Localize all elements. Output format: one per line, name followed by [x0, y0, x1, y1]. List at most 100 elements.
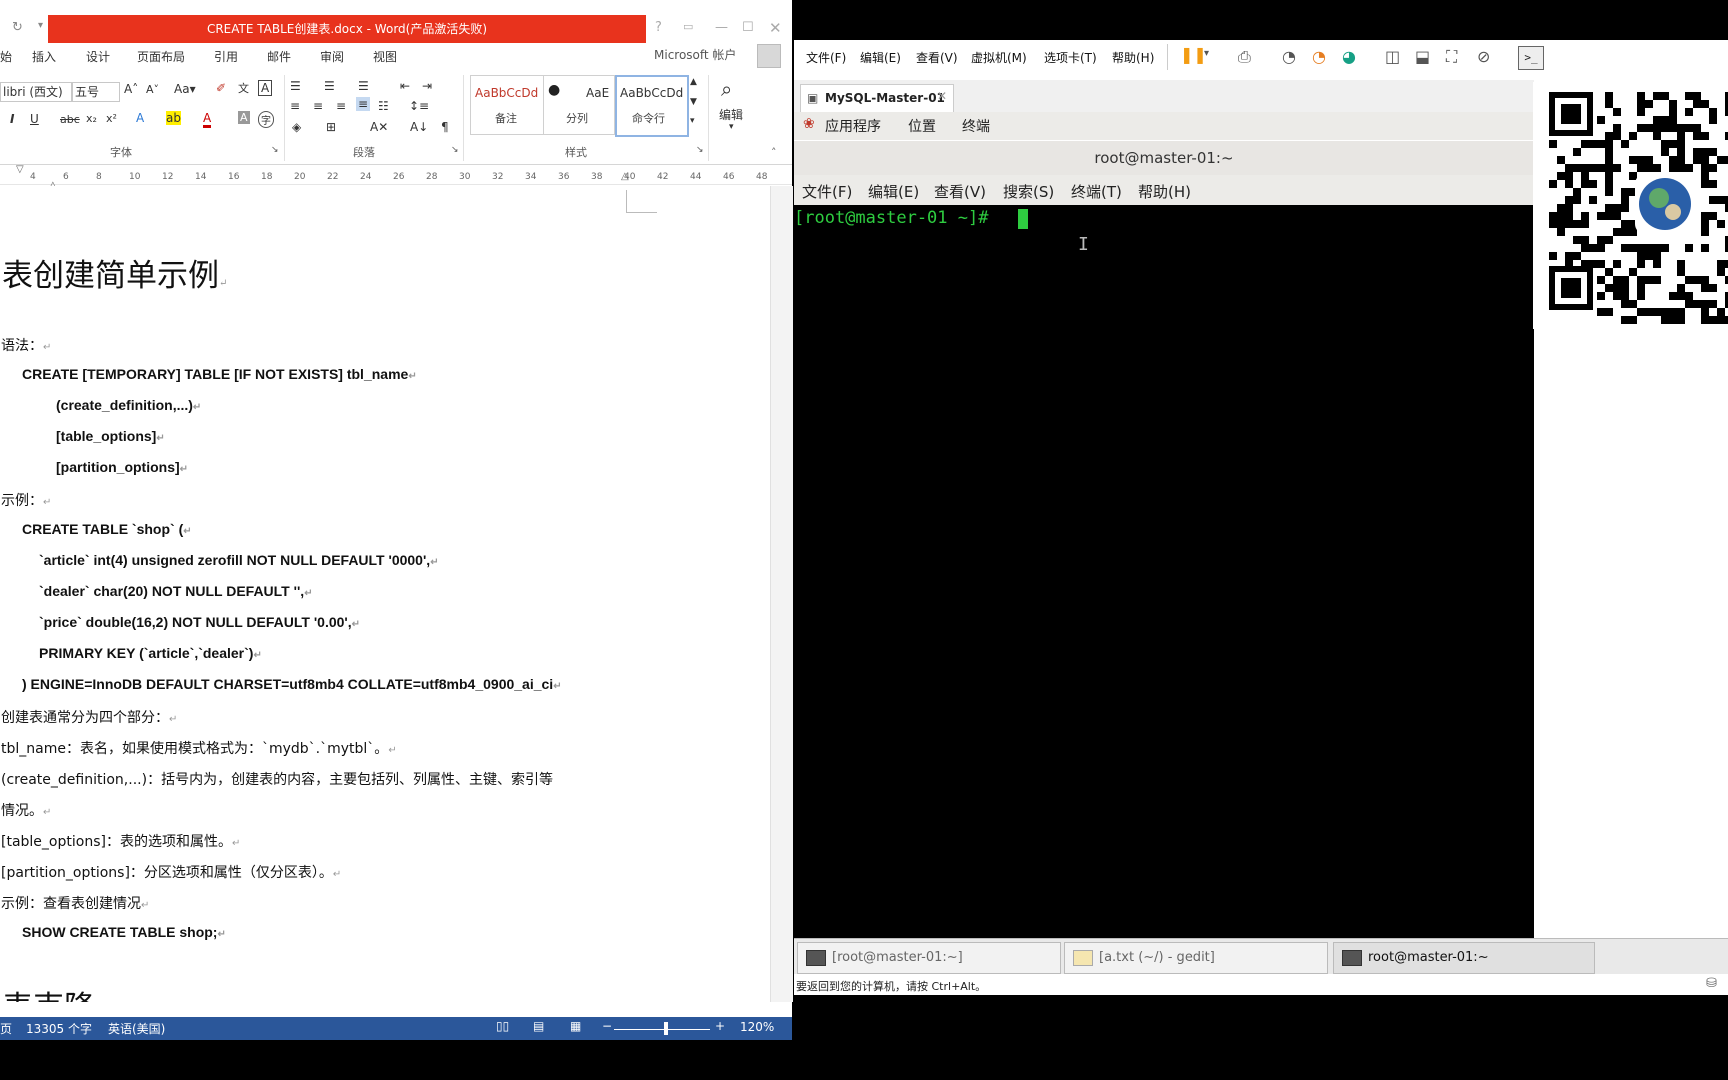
phonetic-icon[interactable]: 文	[238, 80, 249, 96]
send-keys-icon[interactable]: ⎙	[1238, 47, 1251, 67]
close-tab-icon[interactable]: ✕	[937, 89, 947, 103]
styles-more-icon[interactable]: ▾	[690, 116, 695, 126]
vm-menu-help[interactable]: 帮助(H)	[1112, 49, 1154, 66]
vm-menu-vm[interactable]: 虚拟机(M)	[971, 49, 1027, 66]
chinese-layout-icon[interactable]: A✕	[370, 120, 388, 134]
tab-mailings[interactable]: 邮件	[267, 48, 291, 65]
distributed-icon[interactable]: ☷	[378, 99, 389, 113]
style-note[interactable]: AaBbCcDd 备注	[470, 75, 544, 135]
align-center-icon[interactable]: ≡	[313, 99, 323, 113]
text-effects-icon[interactable]: A	[136, 111, 144, 125]
tab-review[interactable]: 审阅	[320, 48, 344, 65]
ribbon-display-icon[interactable]: ▭	[683, 20, 693, 33]
font-size-select[interactable]: 五号	[72, 82, 120, 102]
first-indent-marker-icon[interactable]: ▽	[16, 164, 24, 175]
zoom-slider[interactable]	[614, 1029, 710, 1030]
minimize-icon[interactable]: —	[715, 20, 728, 35]
decrease-indent-icon[interactable]: ⇤	[400, 79, 410, 93]
qat-dropdown-icon[interactable]: ▾	[38, 20, 43, 31]
font-name-select[interactable]: libri (西文)	[0, 82, 72, 102]
library-view-icon[interactable]: ◫	[1385, 47, 1400, 66]
term-menu-help[interactable]: 帮助(H)	[1138, 181, 1191, 202]
underline-button[interactable]: U	[30, 112, 39, 126]
gnome-menu-places[interactable]: 位置	[908, 116, 936, 136]
justify-icon[interactable]: ≡	[356, 97, 371, 111]
zoom-level[interactable]: 120%	[740, 1020, 774, 1034]
term-menu-edit[interactable]: 编辑(E)	[868, 181, 919, 202]
grow-font-icon[interactable]: A˄	[124, 82, 138, 96]
tab-layout[interactable]: 页面布局	[137, 48, 185, 65]
revert-snapshot-icon[interactable]: ◔	[1312, 47, 1326, 66]
sort-icon[interactable]: A↓	[410, 120, 428, 134]
style-command-line[interactable]: AaBbCcDd 命令行	[615, 75, 689, 137]
term-menu-terminal[interactable]: 终端(T)	[1071, 181, 1122, 202]
tab-references[interactable]: 引用	[214, 48, 238, 65]
pause-dropdown-icon[interactable]: ▾	[1204, 48, 1209, 59]
font-color-icon[interactable]: A	[203, 111, 212, 128]
pause-icon[interactable]: ❚❚	[1180, 45, 1207, 64]
status-language[interactable]: 英语(美国)	[108, 1020, 165, 1037]
char-shading-icon[interactable]: A	[238, 111, 250, 124]
increase-indent-icon[interactable]: ⇥	[422, 79, 432, 93]
snapshot-icon[interactable]: ◔	[1282, 47, 1296, 66]
tab-view[interactable]: 视图	[373, 48, 397, 65]
read-mode-icon[interactable]: ▯▯	[496, 1019, 509, 1033]
right-indent-marker-icon[interactable]: △	[621, 171, 629, 182]
term-menu-view[interactable]: 查看(V)	[934, 181, 986, 202]
bullets-icon[interactable]: ☰	[290, 79, 301, 93]
subscript-button[interactable]: x₂	[86, 112, 97, 125]
vertical-scrollbar[interactable]	[770, 186, 793, 1002]
task-gedit[interactable]: [a.txt (~/) - gedit]	[1064, 942, 1328, 974]
char-border-icon[interactable]: A	[258, 80, 273, 96]
align-left-icon[interactable]: ≡	[290, 99, 300, 113]
status-page[interactable]: 页	[0, 1020, 12, 1037]
font-dialog-launcher-icon[interactable]: ↘	[271, 145, 279, 155]
shrink-font-icon[interactable]: A˅	[146, 83, 159, 96]
snapshot-manager-icon[interactable]: ◕	[1342, 47, 1356, 66]
vm-menu-file[interactable]: 文件(F)	[806, 49, 846, 66]
zoom-in-icon[interactable]: +	[715, 1019, 725, 1033]
align-right-icon[interactable]: ≡	[336, 99, 346, 113]
collapse-ribbon-icon[interactable]: ˄	[771, 146, 777, 159]
show-marks-icon[interactable]: ¶	[441, 120, 449, 134]
tab-partial[interactable]: 始	[0, 48, 12, 65]
vm-menu-view[interactable]: 查看(V)	[916, 49, 958, 66]
shading-icon[interactable]: ◈	[292, 120, 301, 134]
console-view-icon[interactable]: >_	[1518, 46, 1544, 70]
multilevel-list-icon[interactable]: ☰	[358, 79, 369, 93]
close-icon[interactable]: ✕	[769, 19, 782, 37]
task-terminal-2[interactable]: root@master-01:~	[1333, 942, 1595, 974]
redo-icon[interactable]: ↻	[12, 20, 23, 35]
borders-icon[interactable]: ⊞	[326, 120, 336, 134]
clear-format-icon[interactable]: ✐	[216, 81, 226, 95]
tab-insert[interactable]: 插入	[32, 48, 56, 65]
numbering-icon[interactable]: ☰	[324, 79, 335, 93]
styles-scroll-up-icon[interactable]: ▲	[690, 77, 697, 87]
status-word-count[interactable]: 13305 个字	[26, 1020, 92, 1037]
line-spacing-icon[interactable]: ↕≡	[409, 99, 429, 113]
paragraph-dialog-launcher-icon[interactable]: ↘	[451, 145, 459, 155]
task-terminal-1[interactable]: [root@master-01:~]	[797, 942, 1061, 974]
styles-scroll-down-icon[interactable]: ▼	[690, 97, 697, 107]
change-case-icon[interactable]: Aa▾	[174, 82, 196, 96]
edit-group-button[interactable]: 编辑	[719, 106, 743, 123]
unity-icon[interactable]: ⊘	[1477, 47, 1490, 66]
term-menu-search[interactable]: 搜索(S)	[1003, 181, 1054, 202]
edit-dropdown-icon[interactable]: ▾	[729, 122, 734, 132]
thumbnail-view-icon[interactable]: ⬓	[1415, 47, 1430, 66]
vm-menu-tabs[interactable]: 选项卡(T)	[1044, 49, 1097, 66]
style-column[interactable]: ● AaE 分列	[543, 75, 615, 135]
account-link[interactable]: Microsoft 帐户	[654, 46, 736, 63]
gnome-menu-terminal[interactable]: 终端	[962, 116, 990, 136]
zoom-out-icon[interactable]: −	[602, 1019, 612, 1033]
fullscreen-icon[interactable]: ⛶	[1446, 47, 1457, 67]
enclose-char-icon[interactable]: 字	[258, 111, 274, 128]
italic-button[interactable]: I	[10, 112, 14, 126]
styles-dialog-launcher-icon[interactable]: ↘	[696, 145, 704, 155]
help-icon[interactable]: ?	[655, 20, 662, 35]
find-binoculars-icon[interactable]: ⌕	[721, 77, 732, 101]
hdd-icon[interactable]: ⛁	[1706, 976, 1717, 991]
term-menu-file[interactable]: 文件(F)	[802, 181, 852, 202]
print-layout-icon[interactable]: ▤	[533, 1019, 544, 1033]
gnome-menu-applications[interactable]: 应用程序	[825, 116, 881, 136]
